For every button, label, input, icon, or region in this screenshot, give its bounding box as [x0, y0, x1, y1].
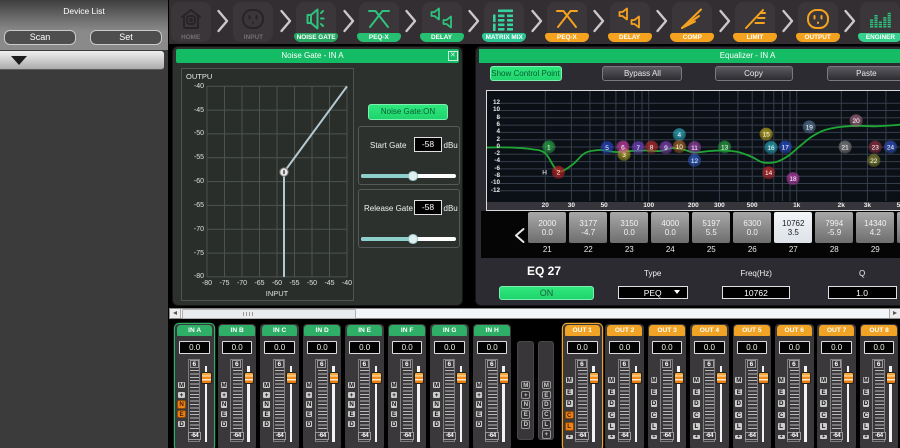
- svg-text:22: 22: [870, 158, 878, 165]
- svg-text:9: 9: [664, 145, 668, 152]
- svg-text:23: 23: [872, 144, 880, 151]
- svg-text:11: 11: [691, 145, 698, 152]
- svg-text:14: 14: [765, 170, 773, 177]
- svg-text:13: 13: [721, 144, 729, 151]
- svg-text:H: H: [542, 170, 547, 177]
- svg-text:7: 7: [636, 145, 640, 152]
- svg-text:10: 10: [676, 144, 684, 151]
- svg-text:4: 4: [677, 132, 681, 139]
- svg-text:18: 18: [789, 176, 797, 183]
- svg-text:2: 2: [557, 170, 561, 177]
- svg-text:8: 8: [650, 144, 654, 151]
- svg-text:19: 19: [806, 124, 814, 131]
- svg-text:16: 16: [767, 145, 775, 152]
- svg-text:12: 12: [691, 158, 699, 165]
- svg-text:6: 6: [621, 144, 625, 151]
- svg-text:17: 17: [782, 144, 790, 151]
- svg-text:5: 5: [605, 145, 609, 152]
- svg-text:21: 21: [841, 144, 849, 151]
- svg-text:1: 1: [547, 144, 551, 151]
- svg-text:20: 20: [852, 118, 860, 125]
- svg-text:15: 15: [763, 132, 771, 139]
- svg-text:24: 24: [887, 144, 895, 151]
